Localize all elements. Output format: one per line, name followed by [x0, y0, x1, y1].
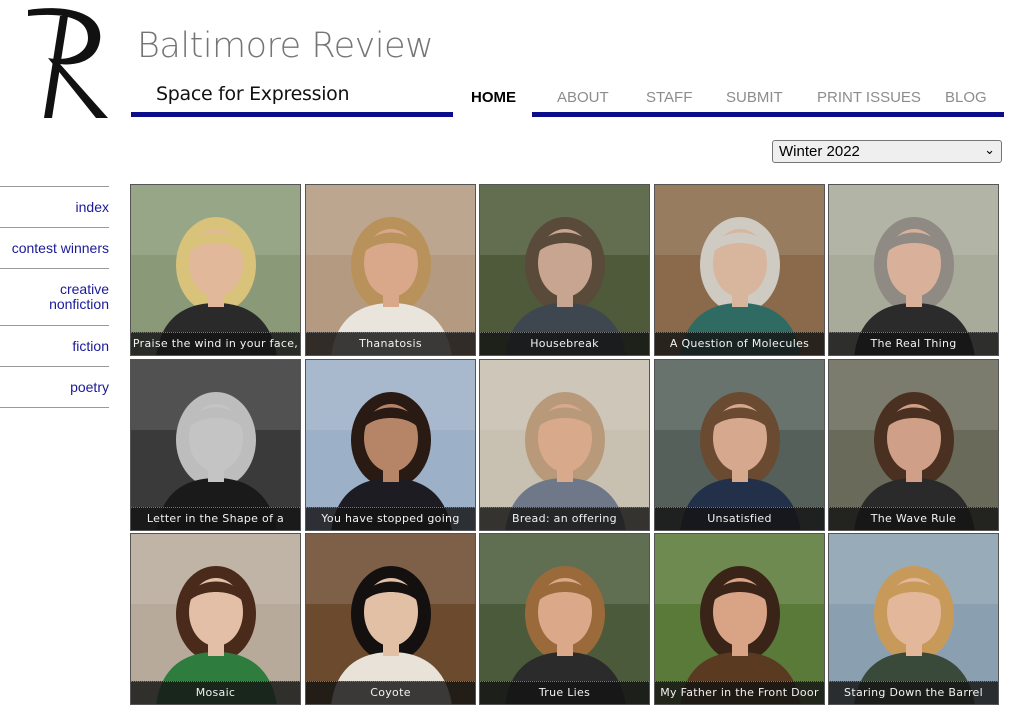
nav-print-issues[interactable]: PRINT ISSUES	[817, 89, 921, 106]
issue-select-value: Winter 2022	[779, 143, 860, 160]
feature-tile[interactable]: Thanatosis	[305, 184, 476, 356]
sidebar-item-label: contest winners	[11, 239, 109, 256]
sidebar-item-label: fiction	[72, 337, 109, 354]
feature-tile[interactable]: My Father in the Front Door	[654, 533, 825, 705]
feature-tile[interactable]: Unsatisfied	[654, 359, 825, 531]
site-tagline: Space for Expression	[156, 83, 350, 105]
feature-tile[interactable]: Bread: an offering	[479, 359, 650, 531]
sidebar-item-creative-nonfiction[interactable]: creative nonfiction	[0, 268, 109, 325]
author-photo	[480, 534, 649, 704]
sidebar: index contest winners creative nonfictio…	[0, 186, 109, 408]
feature-tile[interactable]: Praise the wind in your face,	[130, 184, 301, 356]
sidebar-item-poetry[interactable]: poetry	[0, 366, 109, 408]
feature-tile[interactable]: The Real Thing	[828, 184, 999, 356]
sidebar-item-label: creative nonfiction	[49, 281, 109, 312]
feature-tile-caption: Unsatisfied	[655, 507, 824, 530]
feature-tile-caption: Coyote	[306, 681, 475, 704]
feature-tile[interactable]: Letter in the Shape of a	[130, 359, 301, 531]
feature-tile-caption: Mosaic	[131, 681, 300, 704]
sidebar-item-fiction[interactable]: fiction	[0, 325, 109, 366]
feature-tile-caption: A Question of Molecules	[655, 332, 824, 355]
feature-tile-caption: Letter in the Shape of a	[131, 507, 300, 530]
author-photo	[306, 534, 475, 704]
site-logo[interactable]	[24, 6, 116, 122]
author-photo	[655, 185, 824, 355]
feature-tile[interactable]: You have stopped going	[305, 359, 476, 531]
sidebar-item-index[interactable]: index	[0, 186, 109, 227]
feature-tile-caption: The Real Thing	[829, 332, 998, 355]
author-photo	[480, 185, 649, 355]
feature-tile[interactable]: True Lies	[479, 533, 650, 705]
feature-tile[interactable]: Coyote	[305, 533, 476, 705]
feature-tile[interactable]: Staring Down the Barrel	[828, 533, 999, 705]
author-photo	[829, 185, 998, 355]
feature-tile-caption: The Wave Rule	[829, 507, 998, 530]
nav-blog[interactable]: BLOG	[945, 89, 987, 106]
nav-home[interactable]: HOME	[471, 89, 516, 106]
feature-tile[interactable]: Mosaic	[130, 533, 301, 705]
sidebar-item-label: poetry	[70, 378, 109, 395]
header-rule-left	[131, 112, 453, 117]
feature-tile-caption: Thanatosis	[306, 332, 475, 355]
sidebar-item-contest-winners[interactable]: contest winners	[0, 227, 109, 268]
feature-tile-caption: Housebreak	[480, 332, 649, 355]
nav-submit[interactable]: SUBMIT	[726, 89, 783, 106]
feature-tile-caption: My Father in the Front Door	[655, 681, 824, 704]
site-title[interactable]: Baltimore Review	[137, 26, 434, 66]
author-photo	[131, 534, 300, 704]
author-photo	[306, 360, 475, 530]
author-photo	[829, 534, 998, 704]
sidebar-item-label: index	[75, 198, 109, 215]
feature-tile-caption: Staring Down the Barrel	[829, 681, 998, 704]
feature-tile-caption: You have stopped going	[306, 507, 475, 530]
author-photo	[306, 185, 475, 355]
nav-staff[interactable]: STAFF	[646, 89, 692, 106]
feature-tile[interactable]: The Wave Rule	[828, 359, 999, 531]
author-photo	[829, 360, 998, 530]
issue-select[interactable]: Winter 2022 ⌄	[772, 140, 1002, 163]
feature-tile-caption: Bread: an offering	[480, 507, 649, 530]
author-photo	[131, 360, 300, 530]
feature-tile-caption: True Lies	[480, 681, 649, 704]
feature-tile[interactable]: Housebreak	[479, 184, 650, 356]
nav-about[interactable]: ABOUT	[557, 89, 609, 106]
author-photo	[480, 360, 649, 530]
author-photo	[655, 534, 824, 704]
header-rule-right	[532, 112, 1004, 117]
feature-tile-caption: Praise the wind in your face,	[131, 332, 300, 355]
feature-tile[interactable]: A Question of Molecules	[654, 184, 825, 356]
author-photo	[655, 360, 824, 530]
chevron-down-icon: ⌄	[984, 142, 995, 157]
author-photo	[131, 185, 300, 355]
